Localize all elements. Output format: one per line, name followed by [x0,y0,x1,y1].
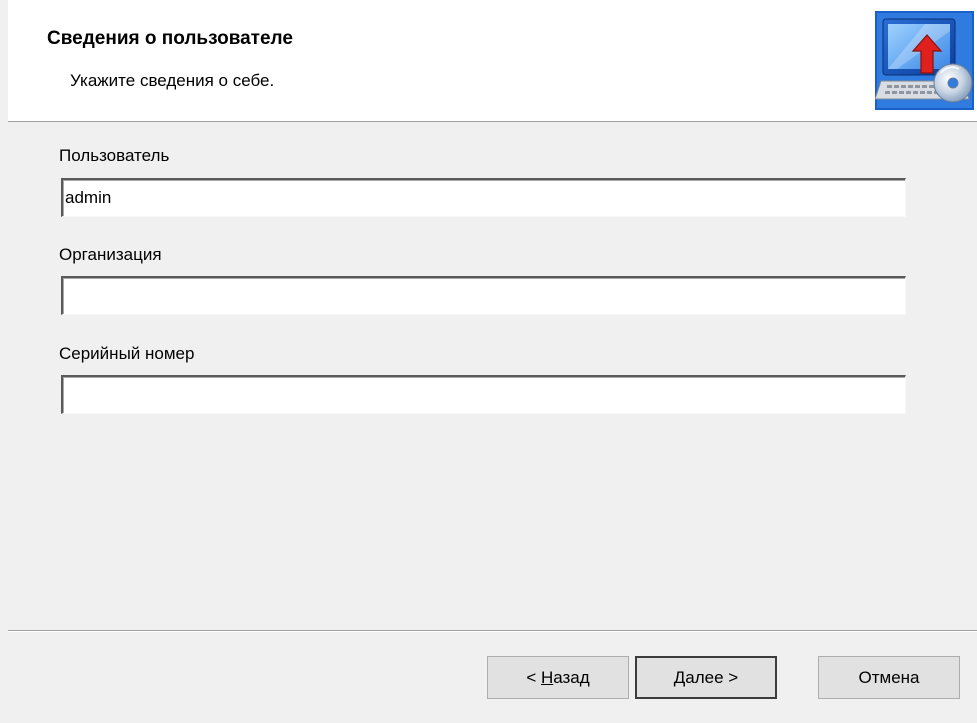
organization-label: Организация [59,245,162,264]
wizard-header: Сведения о пользователе Укажите сведения… [8,0,977,122]
serial-number-field[interactable] [61,375,906,414]
setup-computer-icon [875,11,974,110]
footer-separator [8,630,977,632]
back-button-label: < Назад [526,668,590,687]
user-label: Пользователь [59,146,170,165]
organization-field[interactable] [61,276,906,315]
page-subtitle: Укажите сведения о себе. [70,71,275,90]
serial-number-label: Серийный номер [59,344,195,363]
next-button-label: Далее > [673,668,739,687]
page-title: Сведения о пользователе [47,28,293,49]
next-button[interactable]: Далее > [635,656,777,699]
cancel-button[interactable]: Отмена [818,656,960,699]
user-field[interactable] [61,178,906,217]
back-button[interactable]: < Назад [487,656,629,699]
setup-wizard-window: Сведения о пользователе Укажите сведения… [8,0,977,723]
